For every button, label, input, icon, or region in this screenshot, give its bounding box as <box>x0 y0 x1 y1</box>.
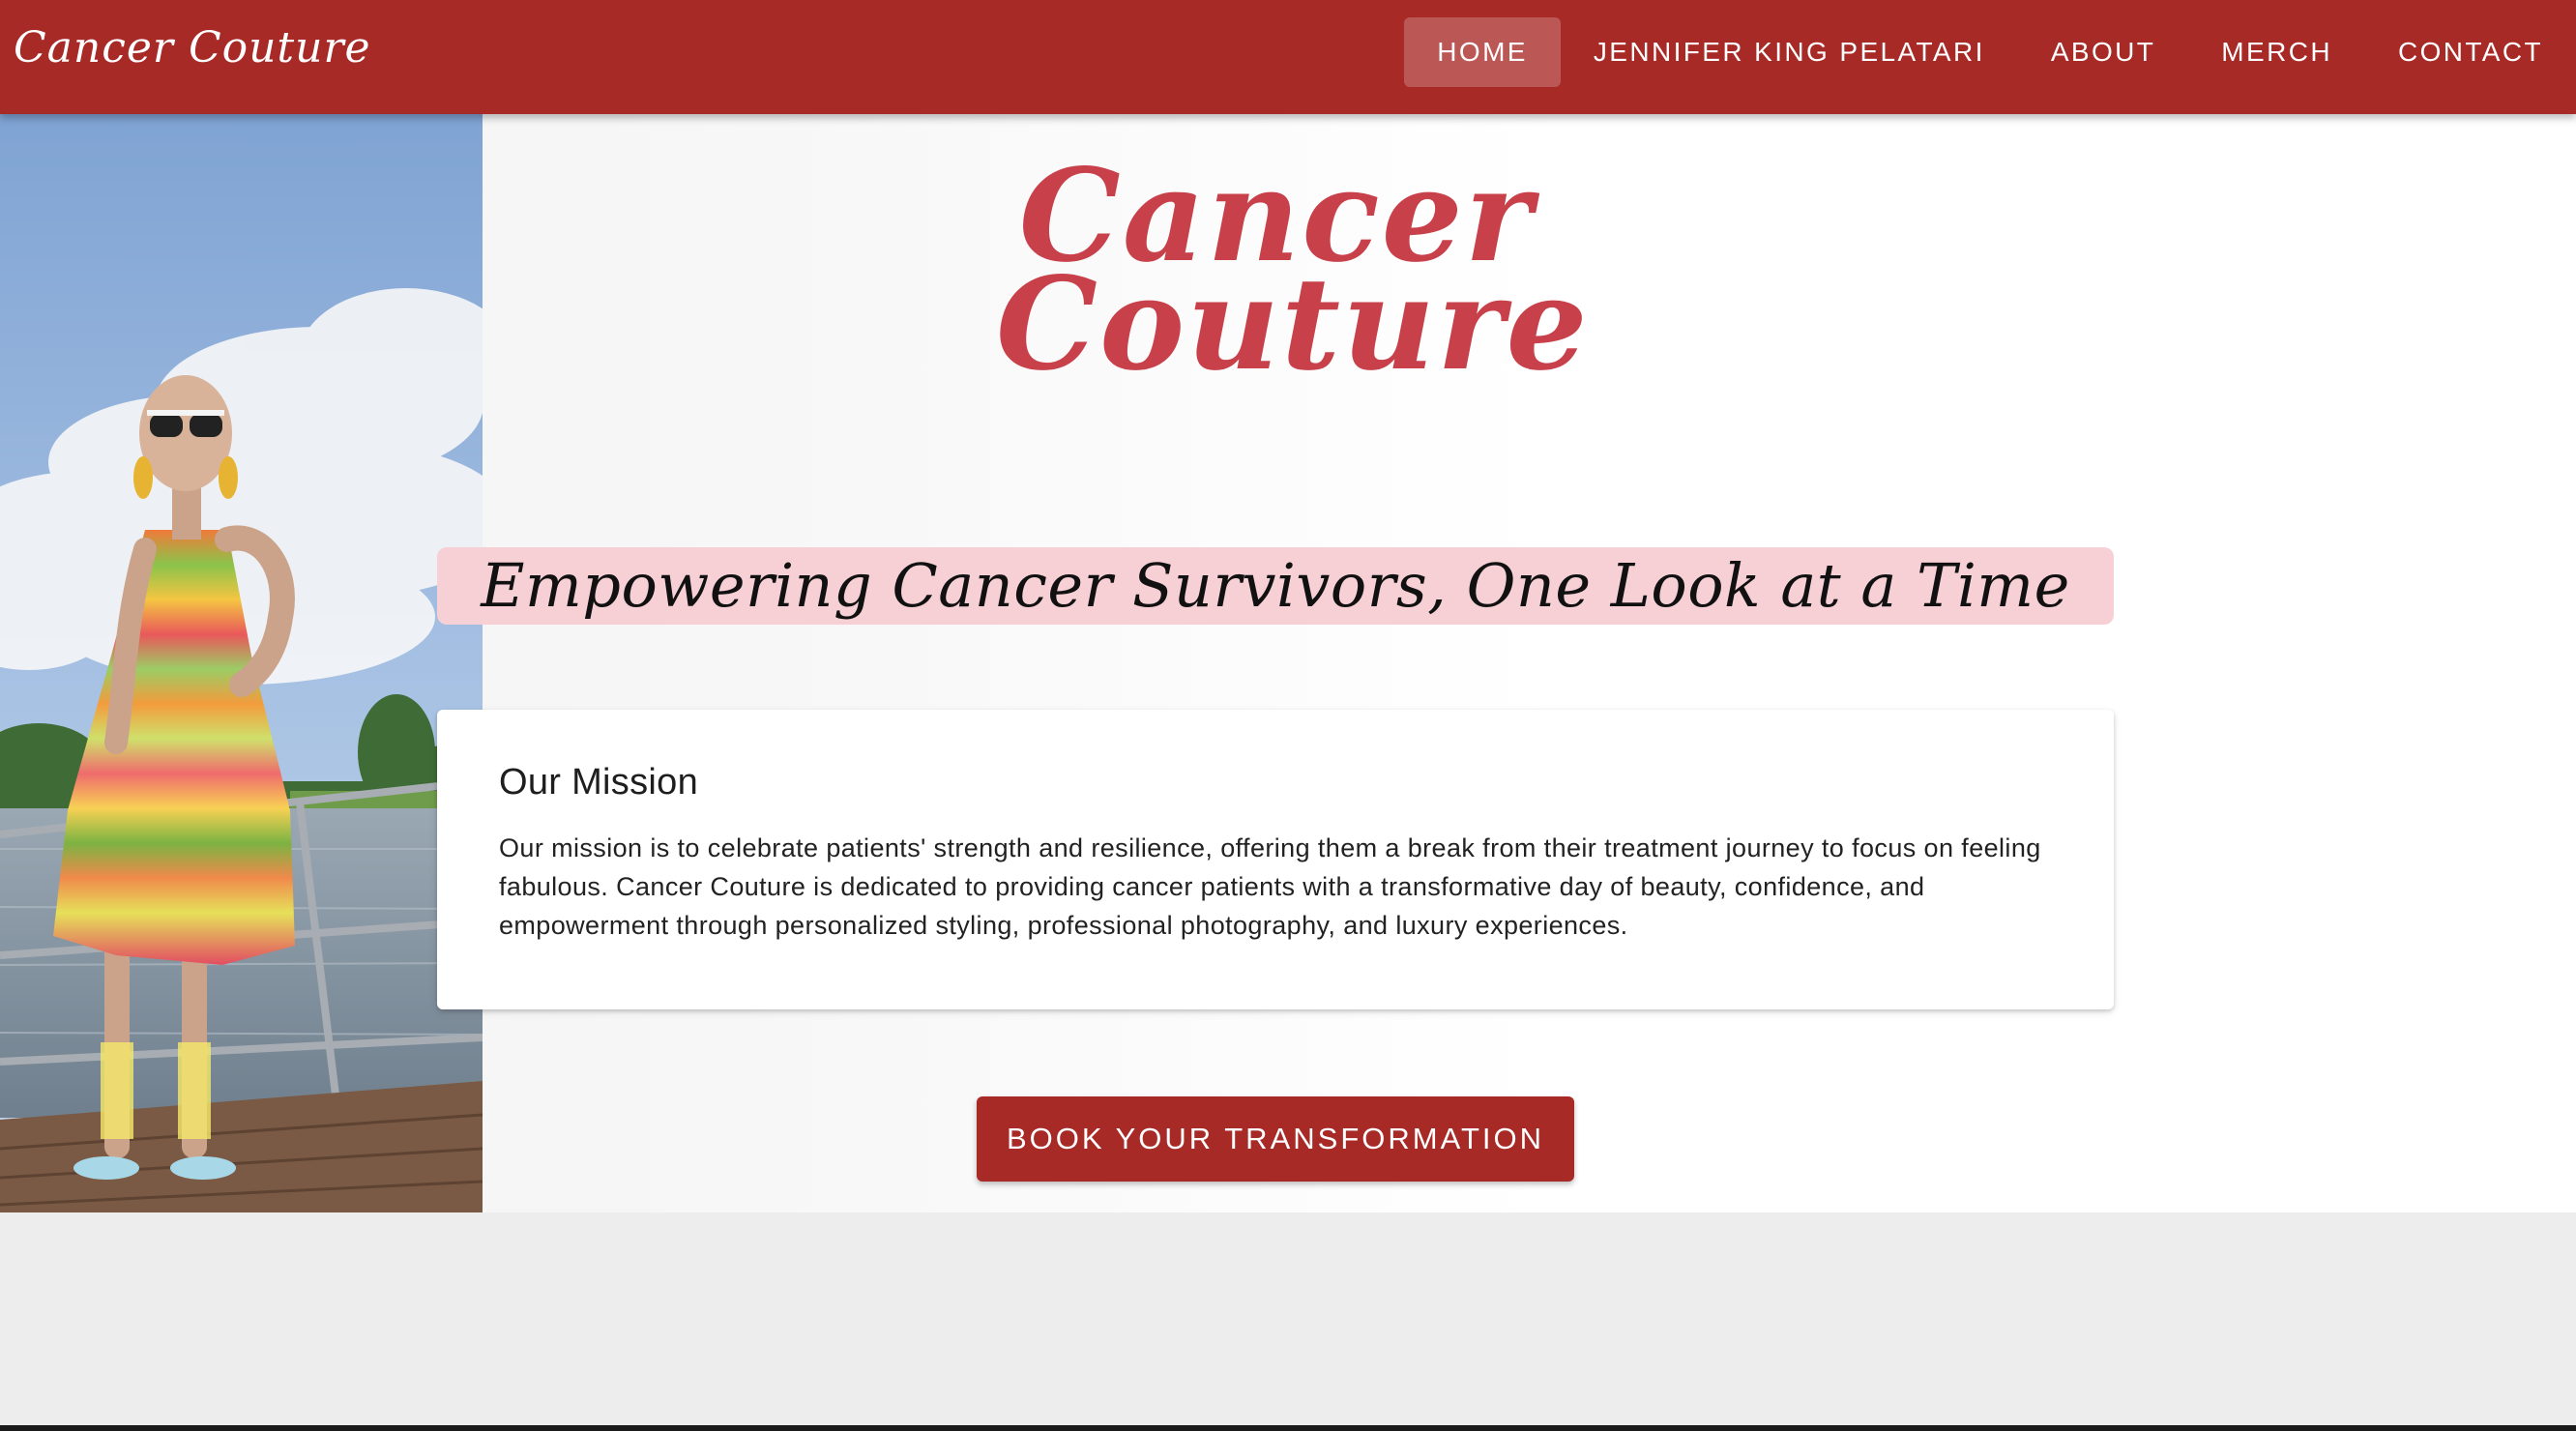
top-app-bar: Cancer Couture HOME JENNIFER KING PELATA… <box>0 0 2576 114</box>
mission-title: Our Mission <box>499 762 699 803</box>
brand-logo[interactable]: Cancer Couture <box>14 23 371 73</box>
nav-item-about[interactable]: ABOUT <box>2018 17 2188 87</box>
mission-card: Our Mission Our mission is to celebrate … <box>437 710 2114 1009</box>
nav-item-contact[interactable]: CONTACT <box>2365 17 2576 87</box>
logo-line-2: Couture <box>996 249 1590 399</box>
book-transformation-button[interactable]: BOOK YOUR TRANSFORMATION <box>977 1096 1574 1182</box>
tagline-text: Empowering Cancer Survivors, One Look at… <box>481 550 2070 621</box>
cancer-couture-logo: Cancer Couture <box>996 153 1590 399</box>
footer-area <box>0 1212 2576 1431</box>
page: Cancer Couture HOME JENNIFER KING PELATA… <box>0 0 2576 1431</box>
nav-item-home[interactable]: HOME <box>1404 17 1561 87</box>
nav-item-merch[interactable]: MERCH <box>2188 17 2365 87</box>
mission-text: Our mission is to celebrate patients' st… <box>499 833 2041 940</box>
hero-photo <box>0 114 483 1212</box>
window-bottom-edge <box>0 1425 2576 1431</box>
main-nav: HOME JENNIFER KING PELATARI ABOUT MERCH … <box>1404 17 2576 87</box>
tagline-banner: Empowering Cancer Survivors, One Look at… <box>437 547 2114 625</box>
hero-section: Cancer Couture Empowering Cancer Survivo… <box>0 114 2576 1212</box>
nav-item-jennifer-king-pelatari[interactable]: JENNIFER KING PELATARI <box>1561 17 2018 87</box>
